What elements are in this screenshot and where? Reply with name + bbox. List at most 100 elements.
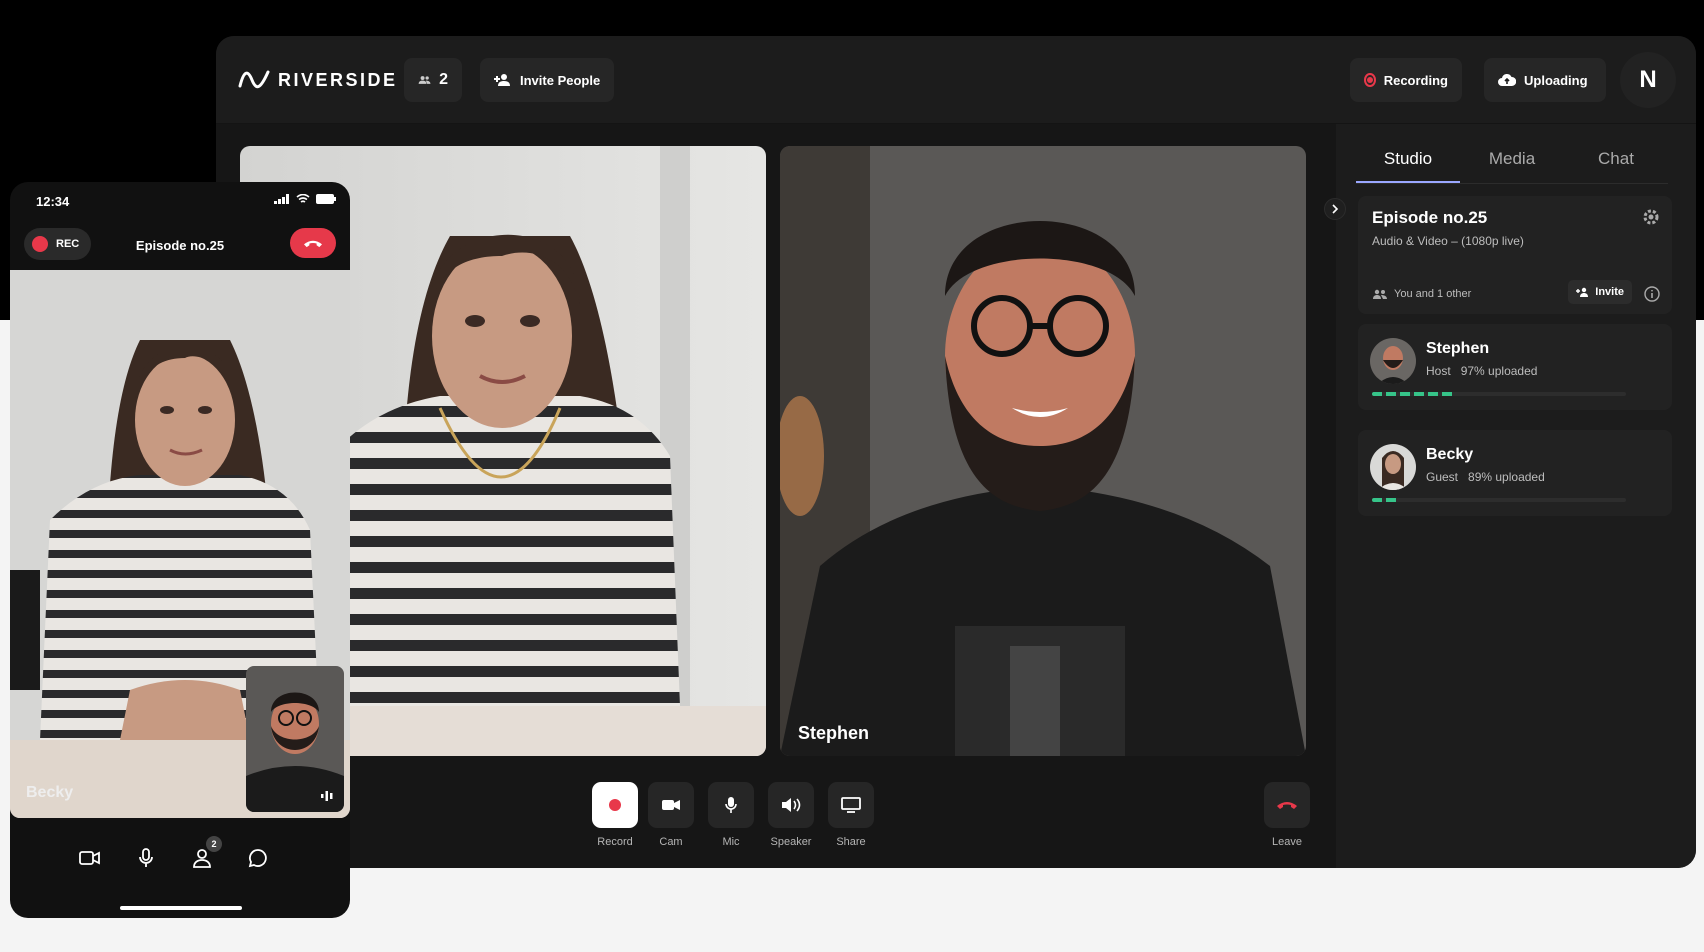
share-control[interactable]: Share bbox=[816, 782, 886, 848]
record-icon bbox=[609, 799, 621, 811]
people-icon bbox=[418, 76, 431, 84]
control-bar: Record Cam Mic Speaker Share Leave bbox=[216, 782, 1336, 862]
mobile-app: 12:34 REC Episode no.25 Becky 2 bbox=[10, 182, 350, 918]
recording-label: Recording bbox=[1383, 72, 1448, 88]
upload-progress-bar bbox=[1372, 392, 1626, 396]
share-label: Share bbox=[836, 836, 866, 848]
recording-status[interactable]: Recording bbox=[1350, 58, 1462, 102]
stage-area: Stephen Record Cam Mic Speaker Share Lea… bbox=[216, 124, 1336, 868]
uploading-status[interactable]: Uploading bbox=[1484, 58, 1606, 102]
video-tile-host[interactable]: Stephen bbox=[780, 146, 1306, 756]
participant-upload: 89% uploaded bbox=[1468, 470, 1545, 484]
upload-progress-fill bbox=[1372, 498, 1398, 502]
record-button[interactable] bbox=[592, 782, 638, 828]
phone-camera-button[interactable] bbox=[76, 844, 104, 872]
wave-logo-icon bbox=[238, 70, 270, 89]
invite-people-button[interactable]: Invite People bbox=[480, 58, 615, 102]
tab-chat[interactable]: Chat bbox=[1564, 138, 1668, 183]
participants-badge: 2 bbox=[206, 836, 222, 852]
battery-icon bbox=[316, 194, 336, 204]
collapse-panel-button[interactable] bbox=[1324, 198, 1346, 220]
phone-video-name: Becky bbox=[26, 784, 74, 801]
speaker-label: Speaker bbox=[770, 836, 812, 848]
host-video-feed bbox=[780, 146, 1306, 756]
speaker-icon bbox=[782, 798, 801, 812]
episode-subtitle: Audio & Video – (1080p live) bbox=[1372, 234, 1524, 248]
microphone-icon bbox=[725, 797, 737, 813]
uploading-label: Uploading bbox=[1524, 72, 1588, 88]
tab-studio[interactable]: Studio bbox=[1356, 138, 1460, 183]
episode-people: You and 1 other bbox=[1372, 288, 1471, 300]
record-label: Record bbox=[597, 836, 633, 848]
signal-icon bbox=[274, 194, 289, 204]
add-person-icon bbox=[494, 74, 510, 86]
participant-meta: Host 97% uploaded bbox=[1426, 364, 1537, 378]
phone-chat-button[interactable] bbox=[244, 844, 272, 872]
mic-label: Mic bbox=[722, 836, 740, 848]
brand-name: RIVERSIDE bbox=[278, 69, 398, 90]
info-icon[interactable] bbox=[1644, 286, 1660, 302]
participant-card-becky[interactable]: Becky Guest 89% uploaded bbox=[1358, 430, 1672, 516]
user-avatar[interactable]: N bbox=[1620, 52, 1676, 108]
invite-button[interactable]: Invite bbox=[1568, 280, 1632, 304]
participant-role: Guest bbox=[1426, 470, 1459, 484]
participant-meta: Guest 89% uploaded bbox=[1426, 470, 1545, 484]
participant-upload: 97% uploaded bbox=[1460, 364, 1538, 378]
participants-chip[interactable]: 2 bbox=[404, 58, 462, 102]
phone-mic-button[interactable] bbox=[132, 844, 160, 872]
recording-dot-icon bbox=[1364, 73, 1376, 87]
home-indicator bbox=[120, 906, 242, 910]
episode-people-text: You and 1 other bbox=[1394, 288, 1472, 300]
avatar bbox=[1370, 338, 1416, 384]
invite-label: Invite bbox=[1595, 286, 1624, 298]
cam-label: Cam bbox=[659, 836, 683, 848]
hang-up-icon bbox=[1277, 802, 1297, 809]
panel-tabs: Studio Media Chat bbox=[1356, 138, 1668, 184]
participant-card-stephen[interactable]: Stephen Host 97% uploaded bbox=[1358, 324, 1672, 410]
cloud-upload-icon bbox=[1498, 73, 1516, 86]
wifi-icon bbox=[296, 194, 310, 203]
invite-people-label: Invite People bbox=[520, 72, 601, 88]
phone-participants-button[interactable]: 2 bbox=[188, 836, 222, 872]
people-small-icon bbox=[1373, 289, 1387, 299]
phone-main-video[interactable]: Becky bbox=[10, 270, 350, 818]
hang-up-icon bbox=[304, 240, 322, 247]
status-icons bbox=[274, 194, 336, 204]
chat-icon bbox=[248, 849, 267, 868]
leave-control[interactable]: Leave bbox=[1252, 782, 1322, 848]
tab-media[interactable]: Media bbox=[1460, 138, 1564, 183]
leave-label: Leave bbox=[1272, 836, 1302, 848]
cam-button[interactable] bbox=[648, 782, 694, 828]
episode-card: Episode no.25 Audio & Video – (1080p liv… bbox=[1358, 196, 1672, 314]
participants-count: 2 bbox=[439, 71, 448, 88]
leave-button[interactable] bbox=[1264, 782, 1310, 828]
upload-progress-bar bbox=[1372, 498, 1626, 502]
avatar bbox=[1370, 444, 1416, 490]
riverside-logo[interactable]: RIVERSIDE bbox=[238, 64, 398, 96]
participant-name: Becky bbox=[1426, 446, 1474, 463]
chevron-right-icon bbox=[1332, 204, 1339, 214]
studio-window: RIVERSIDE 2 Invite People Recording Uplo… bbox=[216, 36, 1696, 868]
camera-icon bbox=[79, 851, 100, 865]
participant-name: Stephen bbox=[1426, 340, 1490, 357]
side-panel: Studio Media Chat Episode no.25 Audio & … bbox=[1324, 124, 1696, 868]
host-tile-name: Stephen bbox=[798, 723, 870, 743]
camera-icon bbox=[662, 800, 680, 810]
microphone-icon bbox=[139, 848, 153, 867]
status-time: 12:34 bbox=[36, 194, 70, 209]
header-bar: RIVERSIDE 2 Invite People Recording Uplo… bbox=[216, 36, 1696, 124]
audio-level-icon bbox=[321, 791, 333, 801]
share-button[interactable] bbox=[828, 782, 874, 828]
phone-hang-up-button[interactable] bbox=[290, 228, 336, 258]
speaker-button[interactable] bbox=[768, 782, 814, 828]
episode-title: Episode no.25 bbox=[1372, 208, 1488, 227]
pip-video-host[interactable] bbox=[246, 666, 344, 812]
mic-button[interactable] bbox=[708, 782, 754, 828]
upload-progress-fill bbox=[1372, 392, 1454, 396]
gear-icon[interactable] bbox=[1642, 208, 1660, 226]
person-icon bbox=[193, 849, 211, 868]
participant-role: Host bbox=[1426, 364, 1451, 378]
add-person-small-icon bbox=[1576, 287, 1589, 297]
phone-toolbar: 2 bbox=[10, 836, 350, 878]
screen-share-icon bbox=[841, 797, 861, 813]
